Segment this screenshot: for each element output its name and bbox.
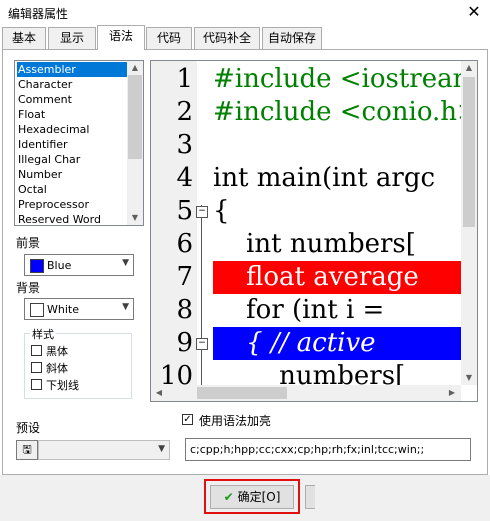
scroll-up-icon[interactable]: ▲: [462, 63, 476, 72]
window-title: 编辑器属性: [8, 7, 69, 21]
scroll-down-icon[interactable]: ▼: [127, 211, 143, 225]
list-item[interactable]: Octal: [17, 182, 128, 197]
tab-code[interactable]: 代码: [146, 27, 192, 49]
file-extensions-field[interactable]: c;cpp;h;hpp;cc;cxx;cp;hp;rh;fx;inl;tcc;w…: [185, 438, 471, 461]
tab-basic[interactable]: 基本: [2, 27, 46, 49]
style-group-label: 样式: [30, 326, 56, 342]
list-item[interactable]: Character: [17, 77, 128, 92]
underline-label: 下划线: [46, 379, 79, 392]
background-label: 背景: [16, 281, 41, 295]
list-item[interactable]: Hexadecimal: [17, 122, 128, 137]
fold-collapse-icon[interactable]: −: [196, 206, 208, 218]
cancel-button[interactable]: [305, 485, 315, 509]
check-icon: ✔: [223, 490, 234, 504]
bold-label: 黑体: [46, 345, 68, 358]
fold-guide-line: [201, 205, 202, 387]
line-number: 2: [176, 97, 193, 127]
code-line: #include <iostream>: [213, 64, 463, 94]
tab-autosave[interactable]: 自动保存: [262, 27, 322, 49]
foreground-color-select[interactable]: Blue ▼: [24, 254, 134, 276]
code-line: int main(int argc: [213, 163, 436, 193]
italic-checkbox[interactable]: [31, 362, 42, 373]
list-item[interactable]: Preprocessor: [17, 197, 128, 212]
background-value: White: [47, 303, 79, 316]
line-number: 5: [176, 196, 193, 226]
list-item[interactable]: Float: [17, 107, 128, 122]
code-line: #include <conio.h>: [213, 97, 463, 127]
code-line-active: { // active: [213, 327, 463, 360]
line-number: 9: [176, 328, 193, 358]
underline-checkbox[interactable]: [31, 379, 42, 390]
color-swatch: [30, 303, 44, 317]
list-scroll-thumb[interactable]: [128, 75, 142, 159]
list-item[interactable]: Reserved Word: [17, 212, 128, 225]
chevron-down-icon: ▼: [122, 302, 129, 312]
ok-button[interactable]: ✔ 确定[O]: [210, 485, 294, 509]
line-number: 7: [176, 262, 193, 292]
line-number: 6: [176, 229, 193, 259]
list-item[interactable]: Illegal Char: [17, 152, 128, 167]
scroll-up-icon[interactable]: ▲: [127, 61, 143, 75]
ok-button-label: 确定[O]: [237, 490, 281, 504]
preset-load-icon[interactable]: 🖫: [16, 440, 38, 460]
background-color-select[interactable]: White ▼: [24, 298, 134, 320]
code-line: for (int i =: [213, 295, 385, 325]
line-number: 4: [176, 163, 193, 193]
syntax-highlight-checkbox[interactable]: ✓: [182, 414, 193, 425]
list-item[interactable]: Comment: [17, 92, 128, 107]
scroll-right-icon[interactable]: ▶: [445, 388, 459, 397]
line-number: 8: [176, 295, 193, 325]
syntax-preview[interactable]: 1 2 3 4 5 6 7 8 9 10 − − #include <iostr…: [150, 60, 478, 402]
syntax-highlight-label: 使用语法加亮: [199, 414, 272, 428]
chevron-down-icon: ▼: [158, 444, 165, 454]
chevron-down-icon: ▼: [122, 258, 129, 268]
preview-vertical-thumb[interactable]: [463, 77, 475, 227]
code-line: {: [213, 196, 230, 226]
tab-display[interactable]: 显示: [48, 27, 96, 49]
italic-label: 斜体: [46, 362, 68, 375]
foreground-label: 前景: [16, 236, 41, 250]
scroll-left-icon[interactable]: ◀: [152, 388, 166, 397]
list-item[interactable]: Identifier: [17, 137, 128, 152]
line-number: 1: [176, 64, 193, 94]
preset-label: 预设: [16, 421, 41, 435]
bold-checkbox[interactable]: [31, 345, 42, 356]
color-swatch: [30, 259, 44, 273]
fold-collapse-icon[interactable]: −: [196, 338, 208, 350]
line-number: 3: [176, 130, 193, 160]
tab-syntax[interactable]: 语法: [97, 25, 145, 50]
code-line-error: float average: [213, 261, 463, 294]
title-bar: [0, 0, 490, 26]
preview-horizontal-thumb[interactable]: [197, 387, 287, 399]
list-item[interactable]: Number: [17, 167, 128, 182]
tab-code-completion[interactable]: 代码补全: [194, 27, 260, 49]
foreground-value: Blue: [47, 259, 72, 272]
syntax-element-list[interactable]: Assembler Character Comment Float Hexade…: [14, 60, 144, 226]
scroll-down-icon[interactable]: ▼: [462, 373, 476, 382]
close-button[interactable]: ✕: [458, 0, 490, 26]
code-line: int numbers[: [213, 229, 416, 259]
preset-select[interactable]: ▼: [38, 440, 170, 460]
list-item[interactable]: Assembler: [17, 62, 128, 77]
